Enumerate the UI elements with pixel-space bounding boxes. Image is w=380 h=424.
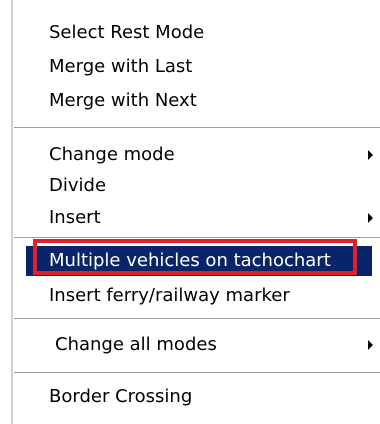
menu-item-multiple-vehicles-on-tachochart[interactable]: Multiple vehicles on tachochart <box>26 246 372 276</box>
menu-item-merge-with-next[interactable]: Merge with Next <box>13 86 377 116</box>
chevron-right-icon <box>368 150 373 160</box>
menu-item-change-mode[interactable]: Change mode <box>13 140 377 170</box>
menu-item-label: Change mode <box>49 144 175 165</box>
menu-item-label: Change all modes <box>55 334 217 355</box>
menu-item-insert-ferry-railway-marker[interactable]: Insert ferry/railway marker <box>13 281 377 311</box>
context-menu: Select Rest Mode Merge with Last Merge w… <box>0 0 380 424</box>
menu-separator <box>14 237 380 239</box>
menu-item-merge-with-last[interactable]: Merge with Last <box>13 52 377 82</box>
menu-item-insert[interactable]: Insert <box>13 203 377 233</box>
menu-separator <box>14 318 380 320</box>
menu-item-select-rest-mode[interactable]: Select Rest Mode <box>13 18 377 48</box>
menu-separator <box>14 127 380 129</box>
chevron-right-icon <box>368 340 373 350</box>
menu-item-label: Insert <box>49 207 101 228</box>
menu-separator <box>14 372 380 374</box>
menu-item-border-crossing[interactable]: Border Crossing <box>13 382 377 412</box>
menu-item-change-all-modes[interactable]: Change all modes <box>13 330 377 360</box>
chevron-right-icon <box>368 213 373 223</box>
menu-item-divide[interactable]: Divide <box>13 171 377 201</box>
